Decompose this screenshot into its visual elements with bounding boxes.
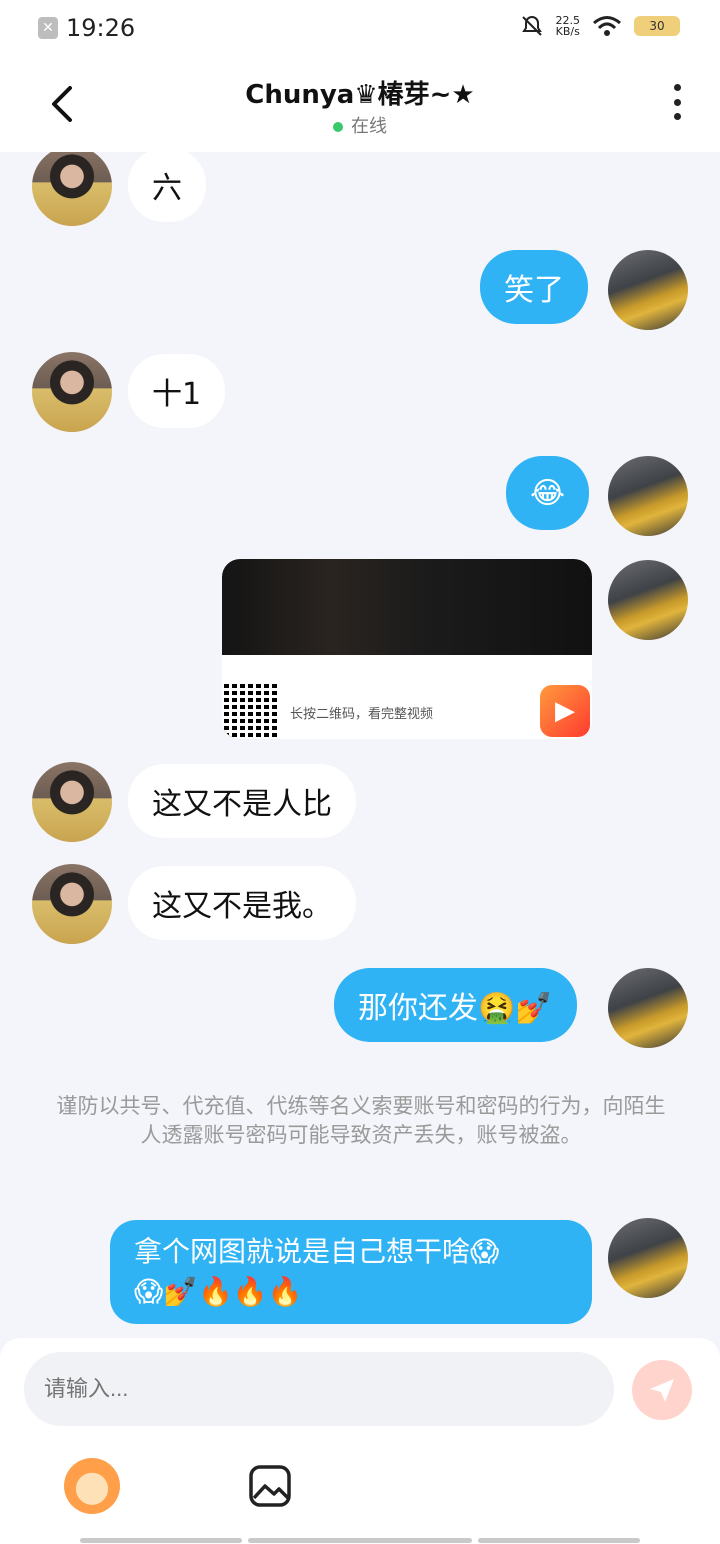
image-button[interactable] — [240, 1456, 300, 1516]
incoming-message[interactable]: 这又不是我。 — [128, 866, 356, 940]
home-indicator — [80, 1538, 242, 1543]
more-vert-icon[interactable] — [672, 84, 682, 120]
network-speed: 22.5 KB/s — [555, 14, 581, 38]
status-left: ✕ 19:26 — [38, 14, 135, 42]
online-status: 在线 — [0, 112, 720, 138]
outgoing-message[interactable]: 拿个网图就说是自己想干啥😱 😱💅🔥🔥🔥 — [110, 1220, 592, 1324]
send-button[interactable] — [632, 1360, 692, 1420]
video-share-card[interactable]: 长按二维码，看完整视频 ▶ — [222, 559, 592, 739]
incoming-message[interactable]: 十1 — [128, 354, 226, 428]
my-avatar[interactable] — [608, 250, 688, 330]
sticker-button[interactable] — [62, 1456, 122, 1516]
security-notice: 谨防以共号、代充值、代练等名义索要账号和密码的行为，向陌生人透露账号密码可能导致… — [56, 1094, 666, 1147]
status-right: 22.5 KB/s 30 — [520, 14, 680, 38]
contact-name: Chunya♛椿芽~★ — [245, 80, 475, 110]
incoming-message[interactable]: 这又不是人比 — [128, 764, 356, 838]
qr-code — [224, 681, 280, 737]
kuaishou-app-icon: ▶ — [540, 685, 590, 737]
message-input[interactable] — [24, 1352, 614, 1426]
my-avatar[interactable] — [608, 1218, 688, 1298]
chat-header: Chunya♛椿芽~★ 在线 — [0, 56, 720, 152]
mascot-sticker-icon — [64, 1458, 120, 1514]
message-list[interactable]: 六 笑了 十1 😂 长按二维码，看完整视频 ▶ 这又不是人比 这又不是我。 那你… — [0, 152, 720, 1338]
outgoing-message[interactable]: 那你还发🤮💅 — [334, 968, 577, 1042]
mute-bell-icon — [521, 15, 542, 36]
my-avatar[interactable] — [608, 456, 688, 536]
send-icon — [650, 1379, 674, 1402]
outgoing-message[interactable]: 笑了 — [480, 250, 588, 324]
my-avatar[interactable] — [608, 968, 688, 1048]
contact-avatar[interactable] — [32, 152, 112, 226]
composer — [0, 1338, 720, 1544]
status-bar: ✕ 19:26 22.5 KB/s 30 — [0, 0, 720, 56]
my-avatar[interactable] — [608, 560, 688, 640]
contact-avatar[interactable] — [32, 762, 112, 842]
home-indicator — [248, 1538, 472, 1543]
incoming-message[interactable]: 六 — [128, 152, 206, 222]
contact-avatar[interactable] — [32, 864, 112, 944]
message-line-1: 拿个网图就说是自己想干啥😱 — [134, 1235, 500, 1268]
message-line-2: 😱💅🔥🔥🔥 — [134, 1275, 303, 1308]
battery-indicator: 30 — [634, 16, 680, 36]
wifi-icon — [593, 16, 621, 36]
video-preview[interactable] — [222, 559, 592, 655]
online-dot-icon — [333, 122, 343, 132]
contact-avatar[interactable] — [32, 352, 112, 432]
clock: 19:26 — [66, 14, 136, 42]
video-card-caption: 长按二维码，看完整视频 — [290, 707, 434, 722]
home-indicator — [478, 1538, 640, 1543]
image-icon — [249, 1465, 291, 1507]
outgoing-message[interactable]: 😂 — [506, 456, 590, 530]
notification-close-icon: ✕ — [38, 17, 58, 39]
